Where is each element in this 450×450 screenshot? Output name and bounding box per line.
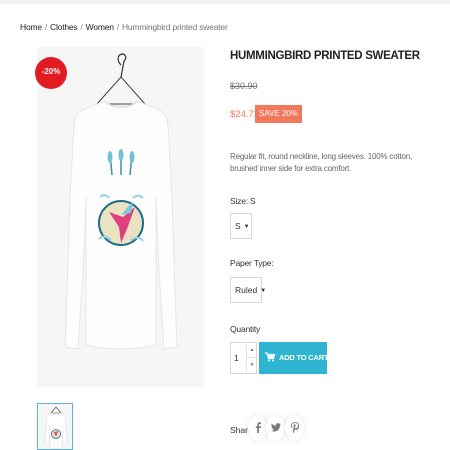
breadcrumb-clothes[interactable]: Clothes <box>50 22 78 32</box>
breadcrumb: Home / Clothes / Women / Hummingbird printed s… <box>20 22 228 32</box>
breadcrumb-women[interactable]: Women <box>86 22 114 32</box>
breadcrumb-separator: / <box>44 22 48 32</box>
discount-badge: -20% <box>35 57 67 91</box>
product-description: Regular fit, round neckline, long sleeve… <box>230 152 413 173</box>
quantity-increment-icon[interactable]: ▲ <box>246 343 257 358</box>
size-select-value: S <box>235 221 241 231</box>
breadcrumb-separator: / <box>116 22 119 32</box>
breadcrumb-separator: / <box>80 22 83 32</box>
product-thumbnail[interactable] <box>37 403 73 450</box>
product-main-image[interactable] <box>37 47 204 387</box>
quantity-stepper: 1 ▲ ▼ <box>230 342 257 374</box>
facebook-glyph <box>255 422 261 433</box>
chevron-down-icon: ▼ <box>243 223 250 230</box>
size-label: Size: S <box>230 196 256 206</box>
size-select[interactable]: S ▼ <box>230 213 252 239</box>
quantity-label: Quantity <box>230 324 261 334</box>
twitter-icon[interactable] <box>266 415 285 441</box>
sweater-image <box>64 53 178 350</box>
breadcrumb-current: Hummingbird printed sweater <box>121 22 228 32</box>
pinterest-glyph <box>290 421 299 433</box>
product-title: HUMMINGBIRD PRINTED SWEATER <box>230 50 420 62</box>
add-to-cart-button[interactable]: ADD TO CART <box>259 342 329 374</box>
save-badge: SAVE 20% <box>255 105 302 123</box>
regular-price: $30.90 <box>230 81 258 91</box>
paper-type-label: Paper Type: <box>230 258 274 268</box>
pinterest-icon[interactable] <box>285 415 304 441</box>
quantity-decrement-icon[interactable]: ▼ <box>246 358 257 373</box>
paper-type-select[interactable]: Ruled ▼ <box>230 277 266 303</box>
facebook-icon[interactable] <box>248 415 267 441</box>
quantity-input[interactable]: 1 <box>234 353 239 363</box>
paper-type-select-value: Ruled <box>235 285 258 295</box>
thumbnail-sweater-image <box>44 406 68 449</box>
discount-badge-text: -20% <box>41 67 61 76</box>
chevron-down-icon: ▼ <box>260 287 267 294</box>
breadcrumb-home[interactable]: Home <box>20 22 42 32</box>
add-to-cart-label: ADD TO CART <box>279 353 329 362</box>
twitter-glyph <box>270 422 281 432</box>
top-divider <box>0 0 450 4</box>
shopping-cart-icon <box>265 352 275 362</box>
